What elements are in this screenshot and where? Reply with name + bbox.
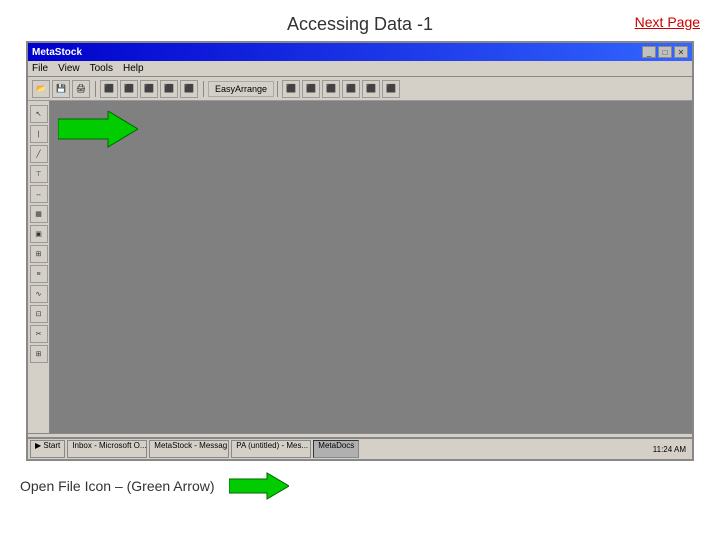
next-page-link[interactable]: Next Page [635,14,700,30]
menu-tools[interactable]: Tools [90,63,113,74]
taskbar-pa-msg[interactable]: PA (untitled) - Mes... [231,440,311,458]
tool-3[interactable]: ⊤ [30,165,48,183]
menu-bar: File View Tools Help [28,61,692,77]
tool-4[interactable]: ↔ [30,185,48,203]
taskbar-inbox[interactable]: Inbox - Microsoft O... [67,440,147,458]
bottom-caption: Open File Icon – (Green Arrow) [0,463,720,509]
tool-1[interactable]: | [30,125,48,143]
taskbar-metadocs[interactable]: MetaDocs [313,440,359,458]
page-title: Accessing Data -1 [247,14,474,35]
toolbar-btn-5[interactable]: ⬛ [180,80,198,98]
toolbar-separator-2 [203,81,205,97]
toolbar-separator-3 [277,81,279,97]
minimize-button[interactable]: _ [642,46,656,58]
tool-10[interactable]: ⊡ [30,305,48,323]
toolbar-separator-1 [95,81,97,97]
toolbar-btn-9[interactable]: ⬛ [342,80,360,98]
toolbar-btn-11[interactable]: ⬛ [382,80,400,98]
taskbar-time: 11:24 AM [653,445,686,454]
toolbar-btn-4[interactable]: ⬛ [160,80,178,98]
window-control-buttons: _ □ ✕ [642,46,688,58]
menu-file[interactable]: File [32,63,48,74]
print-button[interactable]: 🖨 [72,80,90,98]
caption-arrow-icon [229,471,289,501]
toolbar-btn-6[interactable]: ⬛ [282,80,300,98]
window-title-bar: MetaStock _ □ ✕ [28,43,692,61]
caption-text: Open File Icon – (Green Arrow) [20,478,215,494]
taskbar-metastock-msg[interactable]: MetaStock - Messag... [149,440,229,458]
toolbar-btn-3[interactable]: ⬛ [140,80,158,98]
open-button[interactable]: 📂 [32,80,50,98]
taskbar: ▶ Start Inbox - Microsoft O... MetaStock… [28,437,692,459]
save-button[interactable]: 💾 [52,80,70,98]
tool-6[interactable]: ▣ [30,225,48,243]
tool-5[interactable]: ▦ [30,205,48,223]
tool-7[interactable]: ⊞ [30,245,48,263]
toolbar-btn-10[interactable]: ⬛ [362,80,380,98]
maximize-button[interactable]: □ [658,46,672,58]
close-button[interactable]: ✕ [674,46,688,58]
page-title-area: Accessing Data -1 Next Page [0,0,720,41]
chart-area [50,101,692,433]
metastock-window: MetaStock _ □ ✕ File View Tools Help 📂 💾… [28,43,692,459]
taskbar-start[interactable]: ▶ Start [30,440,65,458]
toolbar-easyarrange-label: EasyArrange [208,81,274,97]
menu-view[interactable]: View [58,63,80,74]
tool-select[interactable]: ↖ [30,105,48,123]
left-sidebar: ↖ | ╱ ⊤ ↔ ▦ ▣ ⊞ ≡ ∿ ⊡ ✂ ⊞ [28,101,50,433]
toolbar-btn-7[interactable]: ⬛ [302,80,320,98]
green-arrow-icon [58,111,138,161]
toolbar: 📂 💾 🖨 ⬛ ⬛ ⬛ ⬛ ⬛ EasyArrange ⬛ ⬛ ⬛ ⬛ ⬛ ⬛ [28,77,692,101]
toolbar-btn-8[interactable]: ⬛ [322,80,340,98]
window-title-text: MetaStock [32,47,82,58]
toolbar-btn-2[interactable]: ⬛ [120,80,138,98]
tool-11[interactable]: ✂ [30,325,48,343]
toolbar-btn-1[interactable]: ⬛ [100,80,118,98]
tool-2[interactable]: ╱ [30,145,48,163]
menu-help[interactable]: Help [123,63,144,74]
tool-9[interactable]: ∿ [30,285,48,303]
screenshot-container: MetaStock _ □ ✕ File View Tools Help 📂 💾… [26,41,694,461]
tool-12[interactable]: ⊞ [30,345,48,363]
tool-8[interactable]: ≡ [30,265,48,283]
content-area: ↖ | ╱ ⊤ ↔ ▦ ▣ ⊞ ≡ ∿ ⊡ ✂ ⊞ [28,101,692,433]
